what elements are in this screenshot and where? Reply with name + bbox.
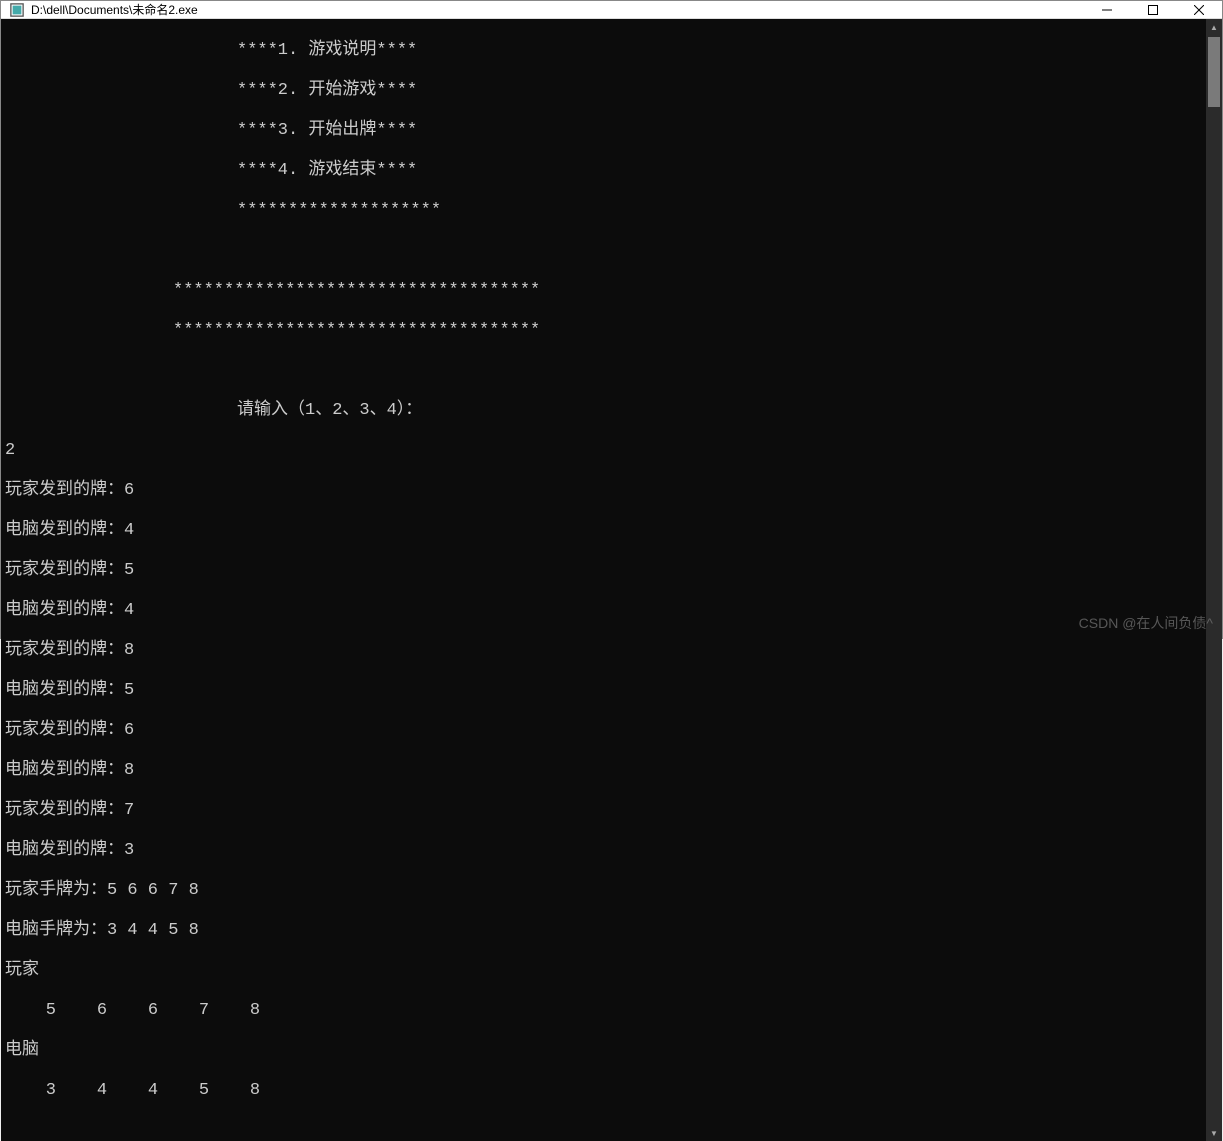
player-header: 玩家 [5, 961, 1206, 981]
deal-line: 电脑发到的牌：4 [5, 521, 1206, 541]
scroll-up-icon[interactable]: ▲ [1206, 19, 1222, 35]
user-input: 2 [5, 441, 1206, 461]
console-output[interactable]: ****1. 游戏说明**** ****2. 开始游戏**** ****3. 开… [1, 19, 1206, 1141]
deal-line: 玩家发到的牌：6 [5, 481, 1206, 501]
console-area: ****1. 游戏说明**** ****2. 开始游戏**** ****3. 开… [1, 19, 1222, 1141]
cpu-hand-row: 3 4 4 5 8 [5, 1081, 1206, 1101]
deal-line: 玩家发到的牌：6 [5, 721, 1206, 741]
deal-line: 电脑发到的牌：4 [5, 601, 1206, 621]
window-title: D:\dell\Documents\未命名2.exe [31, 1, 1084, 18]
window-controls [1084, 1, 1222, 18]
deal-line: 玩家发到的牌：8 [5, 641, 1206, 661]
menu-item-2: ****2. 开始游戏**** [5, 81, 1206, 101]
titlebar[interactable]: D:\dell\Documents\未命名2.exe [1, 1, 1222, 19]
menu-item-3: ****3. 开始出牌**** [5, 121, 1206, 141]
menu-item-4: ****4. 游戏结束**** [5, 161, 1206, 181]
deal-line: 电脑发到的牌：8 [5, 761, 1206, 781]
app-window: D:\dell\Documents\未命名2.exe ****1. 游戏说明**… [0, 0, 1223, 639]
minimize-button[interactable] [1084, 1, 1130, 18]
vertical-scrollbar[interactable]: ▲ ▼ [1206, 19, 1222, 1141]
close-button[interactable] [1176, 1, 1222, 18]
deal-line: 玩家发到的牌：5 [5, 561, 1206, 581]
deal-line: 电脑发到的牌：3 [5, 841, 1206, 861]
menu-divider-long-2: ************************************ [5, 321, 1206, 341]
scrollbar-thumb[interactable] [1208, 37, 1220, 107]
app-icon [9, 2, 25, 18]
deal-line: 玩家发到的牌：7 [5, 801, 1206, 821]
player-hand-row: 5 6 6 7 8 [5, 1001, 1206, 1021]
input-prompt: 请输入（1、2、3、4）： [5, 401, 1206, 421]
deal-line: 电脑发到的牌：5 [5, 681, 1206, 701]
menu-divider-long-1: ************************************ [5, 281, 1206, 301]
scroll-down-icon[interactable]: ▼ [1206, 1125, 1222, 1141]
blank-line [5, 361, 1206, 381]
player-hand-summary: 玩家手牌为：5 6 6 7 8 [5, 881, 1206, 901]
cpu-header: 电脑 [5, 1041, 1206, 1061]
cpu-hand-summary: 电脑手牌为：3 4 4 5 8 [5, 921, 1206, 941]
maximize-button[interactable] [1130, 1, 1176, 18]
menu-item-1: ****1. 游戏说明**** [5, 41, 1206, 61]
blank-line [5, 241, 1206, 261]
menu-divider-short: ******************** [5, 201, 1206, 221]
